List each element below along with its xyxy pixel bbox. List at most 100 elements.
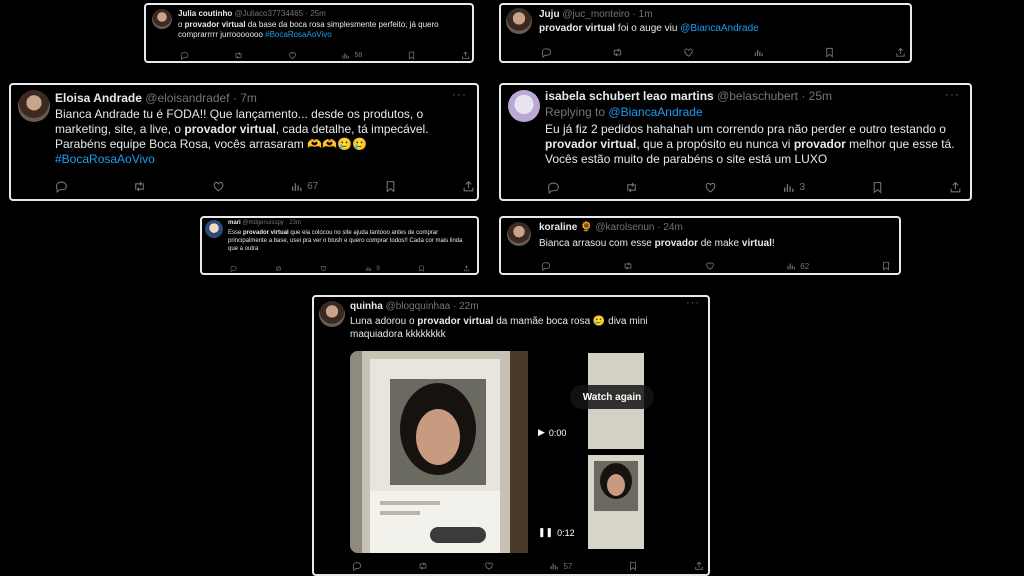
bar-chart-icon [551, 563, 559, 570]
video-player[interactable]: Watch again ▶ 0:00 ❚❚ 0:12 [350, 351, 708, 553]
retweet-button[interactable] [623, 261, 633, 271]
like-button[interactable] [288, 51, 297, 60]
author-handle[interactable]: @belaschubert [717, 89, 798, 103]
author-handle[interactable]: @blogquinhaa [386, 301, 451, 312]
timestamp[interactable]: 24m [663, 222, 682, 233]
play-icon[interactable]: ▶ [538, 427, 545, 438]
views-button[interactable]: 57 [549, 561, 572, 571]
author-handle[interactable]: @eloisandradef [145, 91, 229, 105]
hashtag-link[interactable]: #BocaRosaAoVivo [265, 30, 332, 39]
share-button[interactable] [949, 181, 962, 194]
views-button[interactable]: 9 [365, 265, 380, 272]
avatar[interactable] [507, 222, 531, 246]
avatar[interactable] [508, 90, 540, 122]
tweet-card-koraline[interactable]: koraline 🌻 @karolsenun · 24m Bianca arra… [499, 216, 901, 275]
bookmark-button[interactable] [384, 180, 397, 193]
avatar[interactable] [319, 301, 345, 327]
tweet-card-isabela[interactable]: isabela schubert leao martins @belaschub… [499, 83, 972, 201]
avatar[interactable] [205, 220, 223, 238]
timestamp[interactable]: 1m [639, 9, 653, 20]
tweet-card-eloisa[interactable]: Eloisa Andrade @eloisandradef · 7m ··· B… [9, 83, 479, 201]
author-name[interactable]: koraline 🌻 [539, 222, 593, 233]
reply-button[interactable] [55, 180, 68, 193]
like-button[interactable] [705, 261, 715, 271]
share-button[interactable] [462, 180, 475, 193]
more-options-icon[interactable]: ··· [686, 297, 700, 309]
bar-chart-icon [787, 263, 796, 270]
reply-button[interactable] [547, 181, 560, 194]
avatar[interactable] [152, 9, 172, 29]
timestamp[interactable]: 25m [310, 9, 326, 18]
views-button[interactable]: 3 [782, 181, 805, 194]
retweet-button[interactable] [612, 47, 623, 58]
bookmark-icon [386, 181, 394, 193]
retweet-button[interactable] [234, 51, 243, 60]
like-button[interactable] [683, 47, 694, 58]
tweet-card-julia[interactable]: Julia coutinho @Juliaco37734465 · 25m o … [144, 3, 474, 63]
author-name[interactable]: Julia coutinho [178, 9, 232, 18]
tweet-text: Luna adorou o provador virtual da mamãe … [350, 316, 648, 340]
action-bar [541, 47, 906, 58]
tweet-header: Eloisa Andrade @eloisandradef · 7m [55, 91, 257, 105]
reply-button[interactable] [230, 265, 237, 272]
author-name[interactable]: Juju [539, 9, 560, 20]
more-options-icon[interactable]: ··· [452, 87, 467, 101]
reply-button[interactable] [352, 561, 362, 571]
avatar[interactable] [506, 8, 532, 34]
tweet-header: Juju @juc_monteiro · 1m [539, 9, 653, 20]
author-handle[interactable]: @mdgenuisspy [242, 220, 283, 226]
like-button[interactable] [212, 180, 225, 193]
like-button[interactable] [484, 561, 494, 571]
views-button[interactable]: 67 [290, 180, 318, 193]
video-pause-control[interactable]: ❚❚ 0:12 [538, 527, 575, 538]
author-name[interactable]: isabela schubert leao martins [545, 89, 714, 103]
reply-button[interactable] [541, 47, 552, 58]
mention-link[interactable]: @BiancaAndrade [608, 105, 702, 119]
watch-again-button[interactable]: Watch again [570, 385, 654, 409]
avatar[interactable] [18, 90, 50, 122]
reply-button[interactable] [180, 51, 189, 60]
author-handle[interactable]: @karolsenun [595, 222, 654, 233]
share-button[interactable] [463, 265, 470, 272]
views-button[interactable] [753, 47, 764, 58]
bookmark-button[interactable] [628, 561, 638, 571]
share-button[interactable] [895, 47, 906, 58]
views-button[interactable]: 62 [786, 261, 809, 271]
author-name[interactable]: quinha [350, 301, 383, 312]
bookmark-button[interactable] [418, 265, 425, 272]
timestamp[interactable]: 25m [809, 89, 832, 103]
tweet-card-quinha[interactable]: quinha @blogquinhaa · 22m ··· Luna adoro… [312, 295, 710, 576]
like-button[interactable] [320, 265, 327, 272]
heart-icon [213, 181, 224, 192]
reply-button[interactable] [541, 261, 551, 271]
retweet-button[interactable] [275, 265, 282, 272]
author-name[interactable]: mari [228, 220, 241, 226]
timestamp[interactable]: 7m [240, 91, 257, 105]
video-play-control[interactable]: ▶ 0:00 [538, 427, 566, 438]
author-handle[interactable]: @Juliaco37734465 [234, 9, 303, 18]
author-name[interactable]: Eloisa Andrade [55, 91, 142, 105]
hashtag-link[interactable]: #BocaRosaAoVivo [55, 152, 155, 166]
tweet-card-juju[interactable]: Juju @juc_monteiro · 1m provador virtual… [499, 3, 912, 63]
share-button[interactable] [694, 561, 704, 571]
share-button[interactable] [461, 51, 470, 60]
bookmark-button[interactable] [881, 261, 891, 271]
like-button[interactable] [704, 181, 717, 194]
retweet-button[interactable] [418, 561, 428, 571]
retweet-button[interactable] [133, 180, 146, 193]
pause-icon[interactable]: ❚❚ [538, 527, 553, 538]
more-options-icon[interactable]: ··· [945, 87, 960, 101]
views-button[interactable]: 58 [341, 51, 362, 60]
bookmark-button[interactable] [871, 181, 884, 194]
mention-link[interactable]: @BiancaAndrade [680, 23, 759, 34]
timestamp[interactable]: 22m [459, 301, 478, 312]
author-handle[interactable]: @juc_monteiro [562, 9, 629, 20]
timestamp[interactable]: 23m [289, 220, 301, 226]
heart-icon [705, 182, 716, 193]
bookmark-button[interactable] [407, 51, 416, 60]
bookmark-button[interactable] [824, 47, 835, 58]
tweet-card-mari[interactable]: mari @mdgenuisspy · 23m Esse provador vi… [200, 216, 479, 275]
share-icon [463, 265, 470, 272]
separator: · [305, 9, 308, 18]
retweet-button[interactable] [625, 181, 638, 194]
